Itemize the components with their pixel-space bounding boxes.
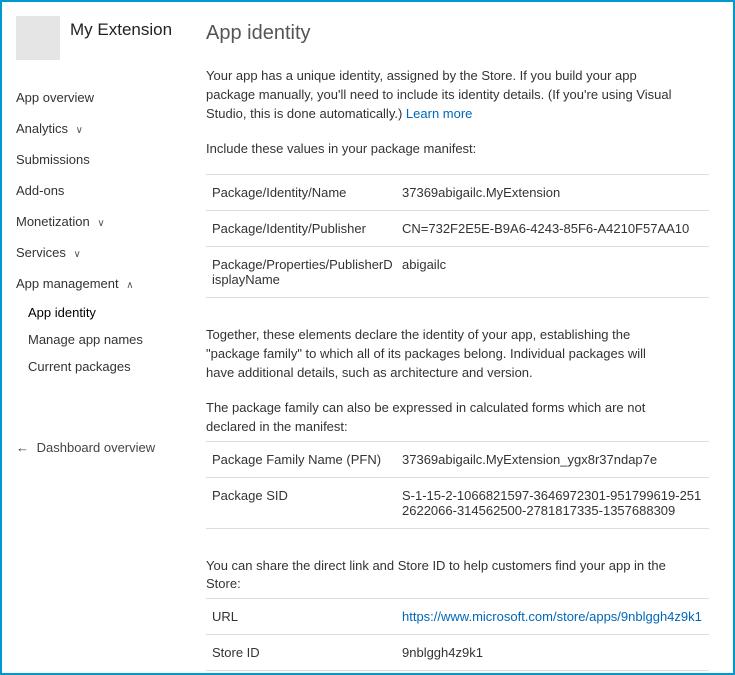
sub-manage-app-names[interactable]: Manage app names — [28, 326, 192, 353]
chevron-down-icon: ∨ — [76, 125, 83, 136]
app-window: My Extension App overview Analytics ∨ Su… — [0, 0, 735, 675]
row-value: S-1-15-2-1066821597-3646972301-951799619… — [402, 488, 703, 518]
nav-services[interactable]: Services ∨ — [16, 237, 192, 268]
row-key: Package SID — [212, 488, 402, 518]
app-title: My Extension — [70, 16, 172, 40]
table-row: Package SID S-1-15-2-1066821597-36469723… — [206, 478, 709, 529]
row-value: abigailc — [402, 257, 703, 287]
sidebar-nav: App overview Analytics ∨ Submissions Add… — [16, 82, 192, 380]
row-key: Store ID — [212, 645, 402, 660]
sub-label: Current packages — [28, 359, 131, 374]
sub-label: App identity — [28, 305, 96, 320]
table-row: Store protocol link ms-windows-store://p… — [206, 671, 709, 673]
chevron-down-icon: ∨ — [97, 218, 104, 229]
include-heading: Include these values in your package man… — [206, 140, 676, 159]
nav-label: Submissions — [16, 152, 90, 167]
store-table: URL https://www.microsoft.com/store/apps… — [206, 598, 709, 673]
sub-app-identity[interactable]: App identity — [28, 299, 192, 326]
row-key: Package/Identity/Name — [212, 185, 402, 200]
row-value: https://www.microsoft.com/store/apps/9nb… — [402, 609, 703, 624]
row-key: Package/Properties/PublisherDisplayName — [212, 257, 402, 287]
nav-sub-app-management: App identity Manage app names Current pa… — [16, 299, 192, 380]
nav-app-management[interactable]: App management ∧ — [16, 268, 192, 299]
row-value: 37369abigailc.MyExtension_ygx8r37ndap7e — [402, 452, 703, 467]
chevron-up-icon: ∧ — [126, 280, 133, 291]
nav-label: Add-ons — [16, 183, 64, 198]
table-row: Package Family Name (PFN) 37369abigailc.… — [206, 442, 709, 478]
table-row: URL https://www.microsoft.com/store/apps… — [206, 599, 709, 635]
row-value: 37369abigailc.MyExtension — [402, 185, 703, 200]
store-url-link[interactable]: https://www.microsoft.com/store/apps/9nb… — [402, 609, 702, 624]
row-value: CN=732F2E5E-B9A6-4243-85F6-A4210F57AA10 — [402, 221, 703, 236]
nav-label: App overview — [16, 90, 94, 105]
table-row: Package/Identity/Publisher CN=732F2E5E-B… — [206, 211, 709, 247]
sub-label: Manage app names — [28, 332, 143, 347]
nav-monetization[interactable]: Monetization ∨ — [16, 206, 192, 237]
nav-addons[interactable]: Add-ons — [16, 175, 192, 206]
identity-table: Package/Identity/Name 37369abigailc.MyEx… — [206, 174, 709, 298]
sub-current-packages[interactable]: Current packages — [28, 353, 192, 380]
row-key: URL — [212, 609, 402, 624]
dashboard-overview-link[interactable]: ← Dashboard overview — [16, 440, 192, 455]
nav-submissions[interactable]: Submissions — [16, 144, 192, 175]
row-value: 9nblggh4z9k1 — [402, 645, 703, 660]
nav-app-overview[interactable]: App overview — [16, 82, 192, 113]
chevron-down-icon: ∨ — [73, 249, 80, 260]
sidebar: My Extension App overview Analytics ∨ Su… — [2, 2, 192, 673]
share-paragraph: You can share the direct link and Store … — [206, 557, 676, 595]
table-row: Store ID 9nblggh4z9k1 — [206, 635, 709, 671]
nav-label: Services — [16, 245, 66, 260]
intro-paragraph: Your app has a unique identity, assigned… — [206, 67, 676, 124]
nav-label: App management — [16, 276, 119, 291]
nav-analytics[interactable]: Analytics ∨ — [16, 113, 192, 144]
table-row: Package/Identity/Name 37369abigailc.MyEx… — [206, 175, 709, 211]
row-key: Package Family Name (PFN) — [212, 452, 402, 467]
nav-label: Analytics — [16, 121, 68, 136]
row-key: Package/Identity/Publisher — [212, 221, 402, 236]
app-icon-placeholder — [16, 16, 60, 60]
main-content: App identity Your app has a unique ident… — [192, 2, 733, 673]
nav-label: Monetization — [16, 214, 90, 229]
learn-more-link[interactable]: Learn more — [406, 106, 472, 121]
arrow-left-icon: ← — [16, 440, 29, 455]
page-title: App identity — [206, 22, 709, 45]
calcforms-paragraph: The package family can also be expressed… — [206, 399, 676, 437]
together-paragraph: Together, these elements declare the ide… — [206, 326, 676, 383]
family-table: Package Family Name (PFN) 37369abigailc.… — [206, 441, 709, 529]
dashboard-link-label: Dashboard overview — [37, 440, 156, 455]
app-header: My Extension — [16, 16, 192, 60]
table-row: Package/Properties/PublisherDisplayName … — [206, 247, 709, 298]
